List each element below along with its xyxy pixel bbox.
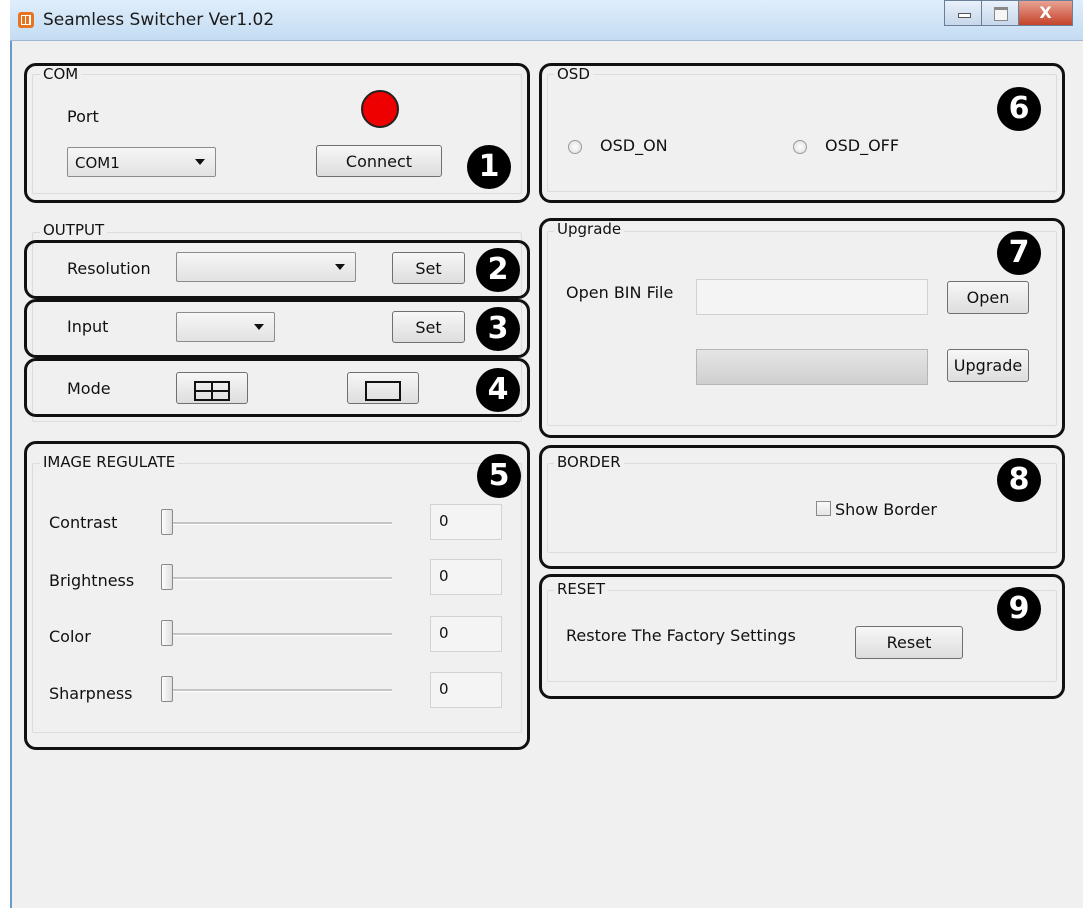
- input-set-button[interactable]: Set: [392, 311, 465, 343]
- title-bar[interactable]: Seamless Switcher Ver1.02 X: [10, 0, 1083, 41]
- color-slider-track[interactable]: [166, 633, 392, 636]
- output-group-label: OUTPUT: [40, 222, 108, 239]
- brightness-slider-thumb[interactable]: [161, 564, 173, 590]
- border-groupbox: [547, 463, 1057, 553]
- upgrade-group-label: Upgrade: [554, 221, 625, 238]
- osd-group-label: OSD: [554, 66, 593, 83]
- window-client-area: COM Port COM1 Connect 1 OUTPUT Resolutio…: [10, 41, 1083, 908]
- callout-badge-2: 2: [476, 248, 520, 292]
- brightness-value[interactable]: 0: [430, 559, 502, 595]
- open-bin-file-label: Open BIN File: [566, 283, 674, 302]
- port-combobox[interactable]: COM1: [67, 147, 216, 177]
- osd-on-label[interactable]: OSD_ON: [600, 136, 668, 155]
- maximize-button[interactable]: [981, 0, 1019, 26]
- chevron-down-icon: [335, 264, 345, 270]
- upgrade-progress-bar: [696, 349, 928, 385]
- callout-badge-9: 9: [997, 587, 1041, 631]
- reset-button[interactable]: Reset: [855, 626, 963, 659]
- sharpness-slider-thumb[interactable]: [161, 676, 173, 702]
- callout-badge-4: 4: [476, 368, 520, 412]
- contrast-value[interactable]: 0: [430, 504, 502, 540]
- window-title: Seamless Switcher Ver1.02: [43, 10, 275, 30]
- osd-on-radio[interactable]: [568, 140, 582, 154]
- callout-badge-3: 3: [476, 307, 520, 351]
- com-group-label: COM: [40, 66, 82, 83]
- color-slider-thumb[interactable]: [161, 620, 173, 646]
- contrast-label: Contrast: [49, 513, 118, 532]
- port-label: Port: [67, 107, 99, 126]
- close-button[interactable]: X: [1018, 0, 1073, 26]
- reset-group-label: RESET: [554, 581, 609, 598]
- single-screen-icon: [365, 380, 401, 401]
- callout-badge-7: 7: [997, 231, 1041, 275]
- quad-split-icon: [194, 380, 230, 401]
- callout-badge-6: 6: [997, 87, 1041, 131]
- callout-badge-1: 1: [467, 145, 511, 189]
- contrast-slider-track[interactable]: [166, 522, 392, 525]
- osd-off-label[interactable]: OSD_OFF: [825, 136, 899, 155]
- connection-status-led: [361, 90, 399, 128]
- input-label: Input: [67, 317, 109, 336]
- mode-quad-split-button[interactable]: [176, 372, 248, 404]
- show-border-label[interactable]: Show Border: [835, 500, 937, 519]
- sharpness-slider-track[interactable]: [166, 689, 392, 692]
- upgrade-button[interactable]: Upgrade: [947, 349, 1029, 382]
- mode-label: Mode: [67, 379, 111, 398]
- app-icon: [18, 12, 34, 28]
- window-controls: X: [944, 0, 1073, 28]
- brightness-label: Brightness: [49, 571, 135, 590]
- upgrade-groupbox: [547, 231, 1057, 426]
- callout-badge-8: 8: [997, 458, 1041, 502]
- sharpness-value[interactable]: 0: [430, 672, 502, 708]
- chevron-down-icon: [195, 159, 205, 165]
- resolution-combobox[interactable]: [176, 252, 356, 282]
- show-border-checkbox[interactable]: [816, 501, 831, 516]
- contrast-slider-thumb[interactable]: [161, 509, 173, 535]
- osd-groupbox: [547, 74, 1057, 192]
- callout-badge-5: 5: [477, 454, 521, 498]
- resolution-set-button[interactable]: Set: [392, 252, 465, 284]
- chevron-down-icon: [254, 324, 264, 330]
- osd-off-radio[interactable]: [793, 140, 807, 154]
- restore-factory-settings-label: Restore The Factory Settings: [566, 626, 796, 645]
- input-combobox[interactable]: [176, 312, 275, 342]
- border-group-label: BORDER: [554, 454, 624, 471]
- port-combobox-value: COM1: [75, 154, 120, 172]
- sharpness-label: Sharpness: [49, 684, 133, 703]
- image-regulate-group-label: IMAGE REGULATE: [40, 454, 179, 471]
- mode-single-screen-button[interactable]: [347, 372, 419, 404]
- bin-file-path-field[interactable]: [696, 279, 928, 315]
- connect-button[interactable]: Connect: [316, 145, 442, 177]
- resolution-label: Resolution: [67, 259, 151, 278]
- minimize-button[interactable]: [944, 0, 982, 26]
- brightness-slider-track[interactable]: [166, 577, 392, 580]
- color-label: Color: [49, 627, 91, 646]
- open-button[interactable]: Open: [947, 281, 1029, 314]
- color-value[interactable]: 0: [430, 616, 502, 652]
